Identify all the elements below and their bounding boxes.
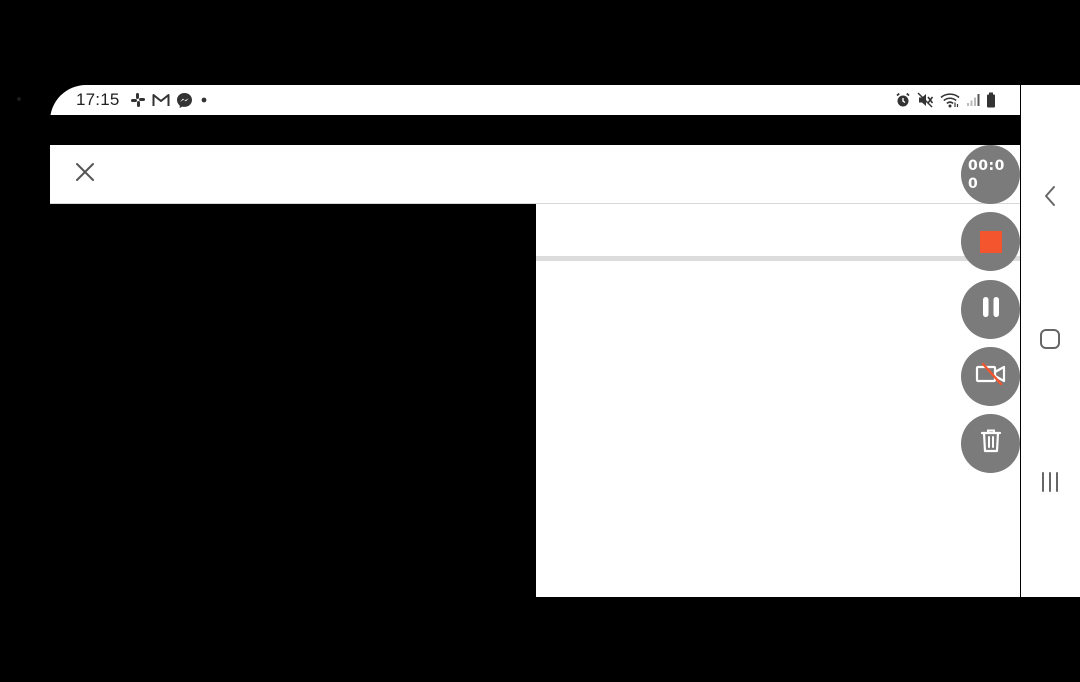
navigation-bar [1021, 85, 1080, 597]
back-button[interactable] [1035, 183, 1065, 213]
device-frame: 17:15 00:00 [0, 0, 1080, 682]
recents-button[interactable] [1035, 469, 1065, 499]
mute-icon [917, 92, 934, 108]
close-icon [75, 162, 95, 187]
recording-timer: 00:00 [961, 145, 1020, 204]
trash-icon [980, 428, 1002, 459]
wifi-icon [940, 92, 960, 108]
right-pane-body [536, 261, 1020, 597]
top-toolbar [50, 145, 1020, 204]
screen-recorder-controls: 00:00 [961, 145, 1020, 475]
messenger-icon [176, 92, 193, 109]
signal-icon [966, 93, 980, 107]
battery-icon [986, 92, 996, 108]
toggle-camera-button[interactable] [961, 347, 1020, 406]
slack-icon [130, 92, 146, 108]
status-bar: 17:15 [50, 85, 1020, 115]
right-pane-header [536, 204, 1020, 256]
pause-icon [980, 295, 1002, 324]
app-screen: 17:15 [50, 85, 1020, 597]
right-pane [536, 204, 1020, 597]
camera-off-icon [975, 362, 1007, 391]
front-camera [17, 97, 21, 101]
close-button[interactable] [67, 156, 103, 192]
back-icon [1043, 185, 1057, 212]
black-band [50, 115, 1020, 145]
stop-recording-button[interactable] [961, 212, 1020, 271]
timer-text: 00:00 [968, 157, 1005, 192]
gmail-icon [152, 93, 170, 107]
home-icon [1039, 328, 1061, 355]
recents-icon [1039, 471, 1061, 498]
system-icons [895, 91, 996, 109]
discard-recording-button[interactable] [961, 414, 1020, 473]
notification-icons [130, 91, 209, 109]
status-time: 17:15 [76, 90, 120, 109]
stop-icon [979, 230, 1002, 253]
more-dot-icon [199, 95, 209, 105]
home-button[interactable] [1035, 326, 1065, 356]
left-pane [50, 204, 535, 597]
pause-recording-button[interactable] [961, 280, 1020, 339]
alarm-icon [895, 92, 911, 108]
